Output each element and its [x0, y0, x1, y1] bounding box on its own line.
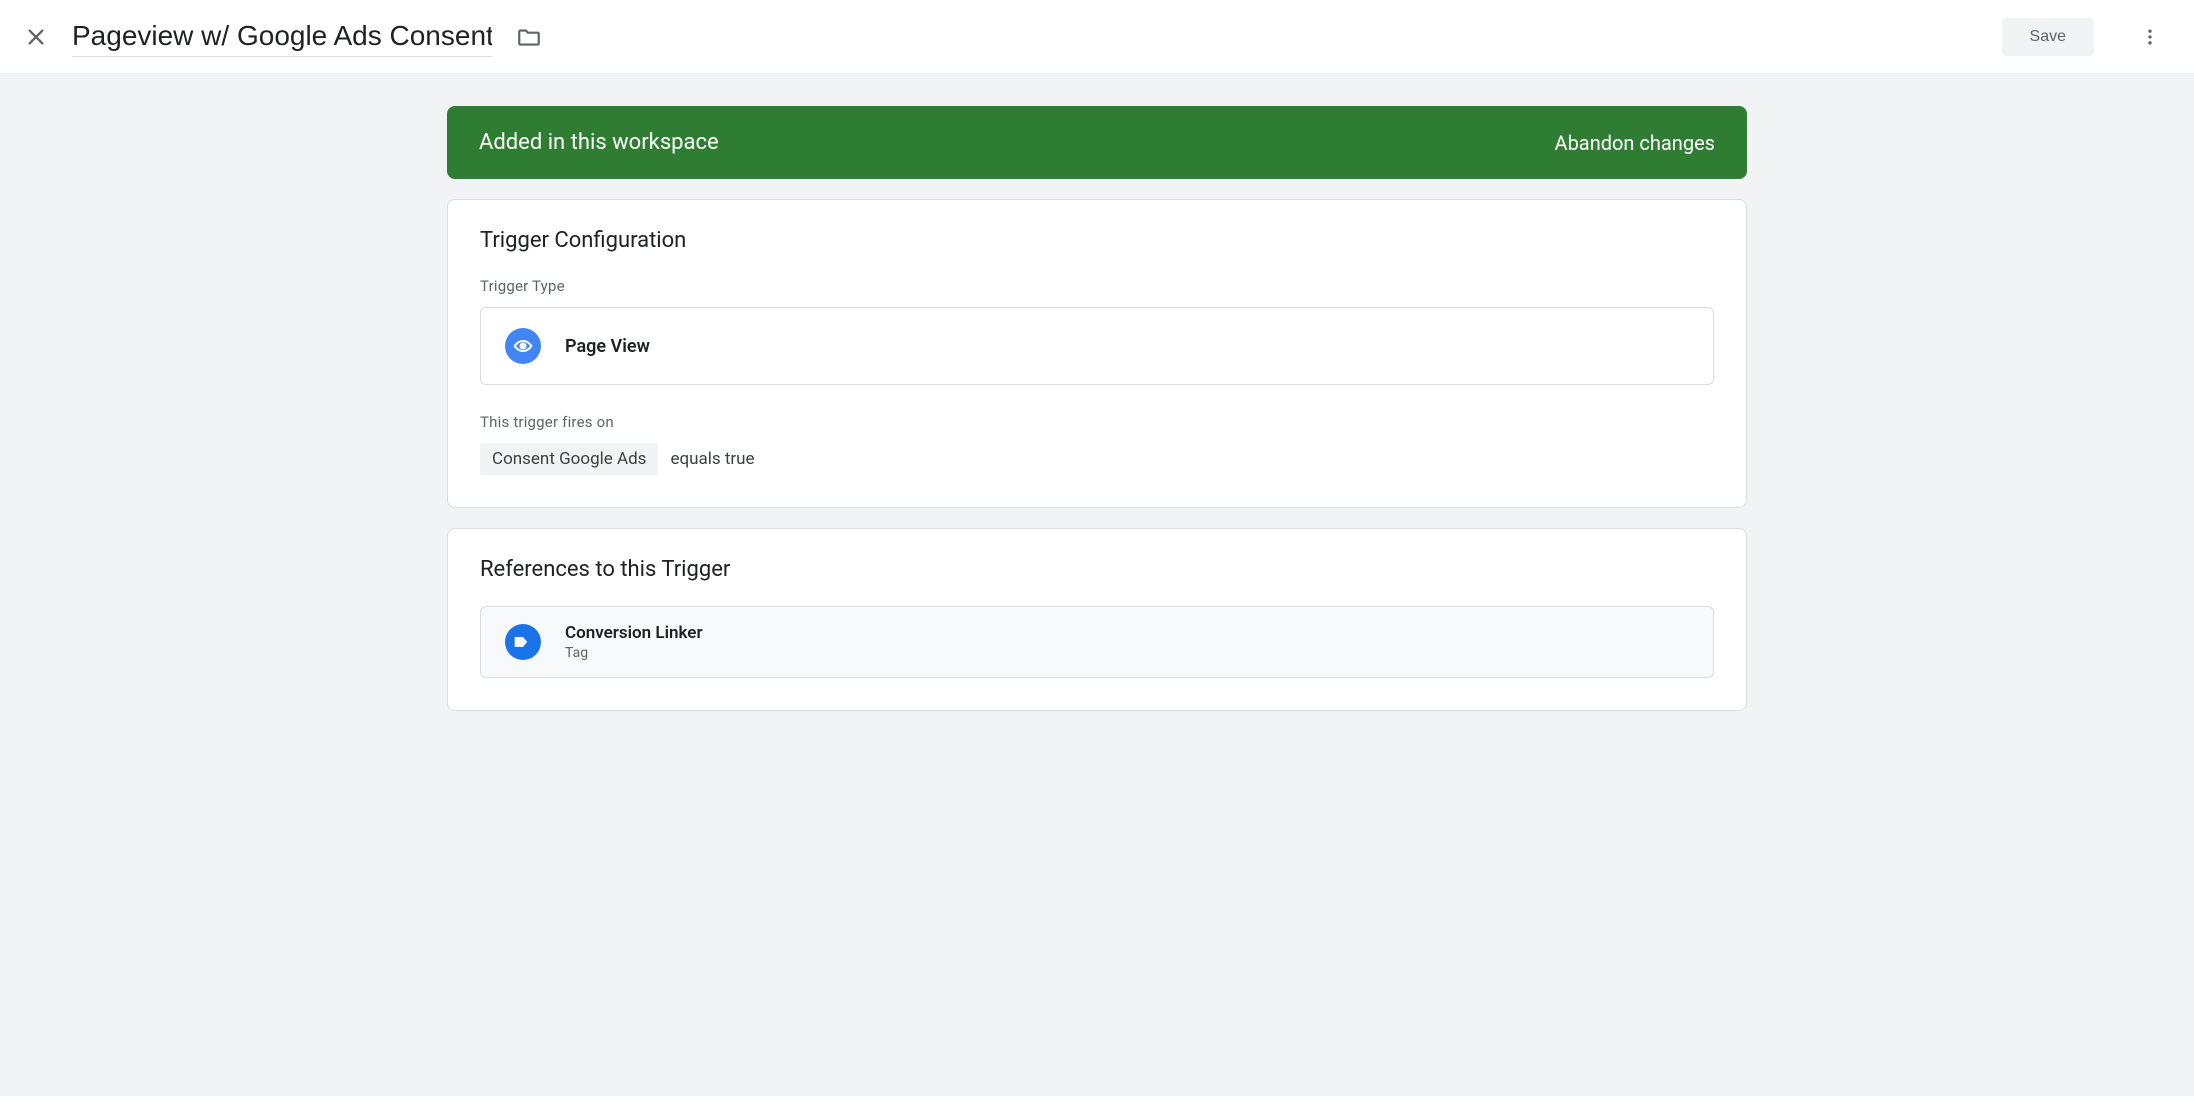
close-button[interactable]	[24, 25, 48, 49]
references-card: References to this Trigger Conversion Li…	[447, 528, 1747, 711]
reference-name: Conversion Linker	[565, 623, 703, 643]
tag-icon	[505, 624, 541, 660]
trigger-configuration-card: Trigger Configuration Trigger Type Page …	[447, 199, 1747, 508]
workspace-change-banner: Added in this workspace Abandon changes	[447, 106, 1747, 179]
folder-icon	[516, 24, 542, 50]
folder-button[interactable]	[516, 24, 542, 50]
reference-item[interactable]: Conversion Linker Tag	[480, 606, 1714, 678]
condition-variable-chip[interactable]: Consent Google Ads	[480, 443, 658, 475]
close-icon	[25, 26, 47, 48]
editor-header: Save	[0, 0, 2194, 74]
trigger-type-selector[interactable]: Page View	[480, 307, 1714, 385]
trigger-name-input[interactable]	[72, 16, 492, 57]
trigger-type-label: Trigger Type	[480, 277, 1714, 295]
abandon-changes-link[interactable]: Abandon changes	[1555, 131, 1715, 155]
trigger-type-value: Page View	[565, 336, 650, 357]
condition-expression: equals true	[670, 449, 754, 469]
save-button[interactable]: Save	[2002, 18, 2094, 56]
pageview-icon	[505, 328, 541, 364]
fires-on-label: This trigger fires on	[480, 413, 1714, 431]
references-title: References to this Trigger	[480, 557, 1714, 582]
more-vertical-icon	[2140, 27, 2160, 47]
more-menu-button[interactable]	[2130, 17, 2170, 57]
content-area: Added in this workspace Abandon changes …	[0, 74, 2194, 1096]
reference-type: Tag	[565, 645, 703, 661]
fires-on-condition-row: Consent Google Ads equals true	[480, 443, 1714, 475]
banner-message: Added in this workspace	[479, 130, 719, 155]
reference-info: Conversion Linker Tag	[565, 623, 703, 661]
trigger-config-title: Trigger Configuration	[480, 228, 1714, 253]
